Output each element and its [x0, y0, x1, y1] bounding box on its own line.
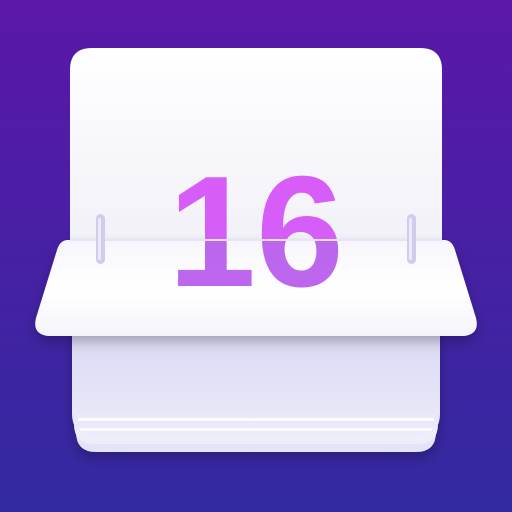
fold-line	[70, 239, 442, 241]
stack-edge-line	[78, 418, 434, 421]
page-stack	[72, 320, 440, 452]
left-binder-ring-highlight	[98, 218, 101, 260]
stack-edge-line	[80, 428, 432, 431]
stack-page-1	[72, 320, 440, 434]
right-binder-ring-highlight	[409, 218, 412, 260]
calendar-app-icon: 16 16	[0, 0, 512, 512]
